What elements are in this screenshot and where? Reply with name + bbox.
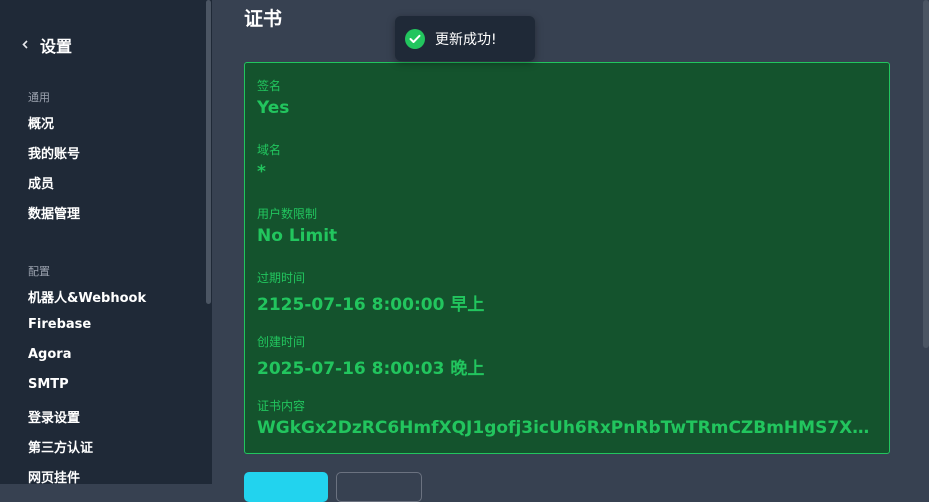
field-label-created-time: 创建时间 bbox=[257, 335, 306, 349]
field-label-user-limit: 用户数限制 bbox=[257, 207, 318, 221]
certificate-card: 签名 Yes 域名 * 用户数限制 No Limit 过期时间 2125-07-… bbox=[244, 62, 890, 454]
field-value-expiry-time: 2125-07-16 8:00:00 早上 bbox=[257, 295, 485, 315]
field-value-domain: * bbox=[257, 162, 266, 182]
nav-item-firebase[interactable]: Firebase bbox=[28, 317, 91, 332]
field-value-cert-content: WGkGx2DzRC6HmfXQJ1gofj3icUh6RxPnRbTwTRmC… bbox=[257, 418, 877, 438]
field-value-signature: Yes bbox=[257, 98, 290, 118]
nav-item-login-settings[interactable]: 登录设置 bbox=[28, 407, 80, 426]
main-scrollbar[interactable] bbox=[923, 0, 929, 348]
section-label-config: 配置 bbox=[28, 265, 50, 278]
chevron-left-icon bbox=[22, 39, 30, 52]
nav-item-bot-webhook[interactable]: 机器人&Webhook bbox=[28, 287, 146, 306]
success-toast: 更新成功! bbox=[395, 16, 535, 61]
field-label-signature: 签名 bbox=[257, 79, 282, 93]
page-title: 证书 bbox=[244, 8, 283, 30]
field-label-cert-content: 证书内容 bbox=[257, 399, 306, 413]
nav-item-my-account[interactable]: 我的账号 bbox=[28, 143, 80, 162]
nav-item-members[interactable]: 成员 bbox=[28, 173, 54, 192]
sidebar-scrollbar[interactable] bbox=[206, 0, 211, 304]
nav-item-web-widget[interactable]: 网页挂件 bbox=[28, 467, 80, 484]
field-value-created-time: 2025-07-16 8:00:03 晚上 bbox=[257, 359, 485, 379]
sidebar: 设置 通用 概况 我的账号 成员 数据管理 配置 机器人&Webhook Fir… bbox=[0, 0, 212, 484]
field-label-expiry-time: 过期时间 bbox=[257, 271, 306, 285]
primary-button[interactable] bbox=[244, 472, 328, 502]
field-label-domain: 域名 bbox=[257, 143, 282, 157]
settings-title: 设置 bbox=[40, 37, 73, 56]
nav-item-smtp[interactable]: SMTP bbox=[28, 377, 69, 392]
main-content: 证书 签名 Yes 域名 * 用户数限制 No Limit 过期时间 2125-… bbox=[212, 0, 929, 502]
toast-message: 更新成功! bbox=[435, 31, 497, 48]
check-circle-icon bbox=[405, 28, 425, 49]
nav-item-data-management[interactable]: 数据管理 bbox=[28, 203, 80, 222]
nav-item-overview[interactable]: 概况 bbox=[28, 113, 54, 132]
nav-item-agora[interactable]: Agora bbox=[28, 347, 71, 362]
back-to-settings[interactable]: 设置 bbox=[22, 34, 72, 56]
nav-item-third-party-auth[interactable]: 第三方认证 bbox=[28, 437, 93, 456]
secondary-button[interactable] bbox=[336, 472, 422, 502]
field-value-user-limit: No Limit bbox=[257, 226, 338, 246]
section-label-general: 通用 bbox=[28, 91, 50, 104]
